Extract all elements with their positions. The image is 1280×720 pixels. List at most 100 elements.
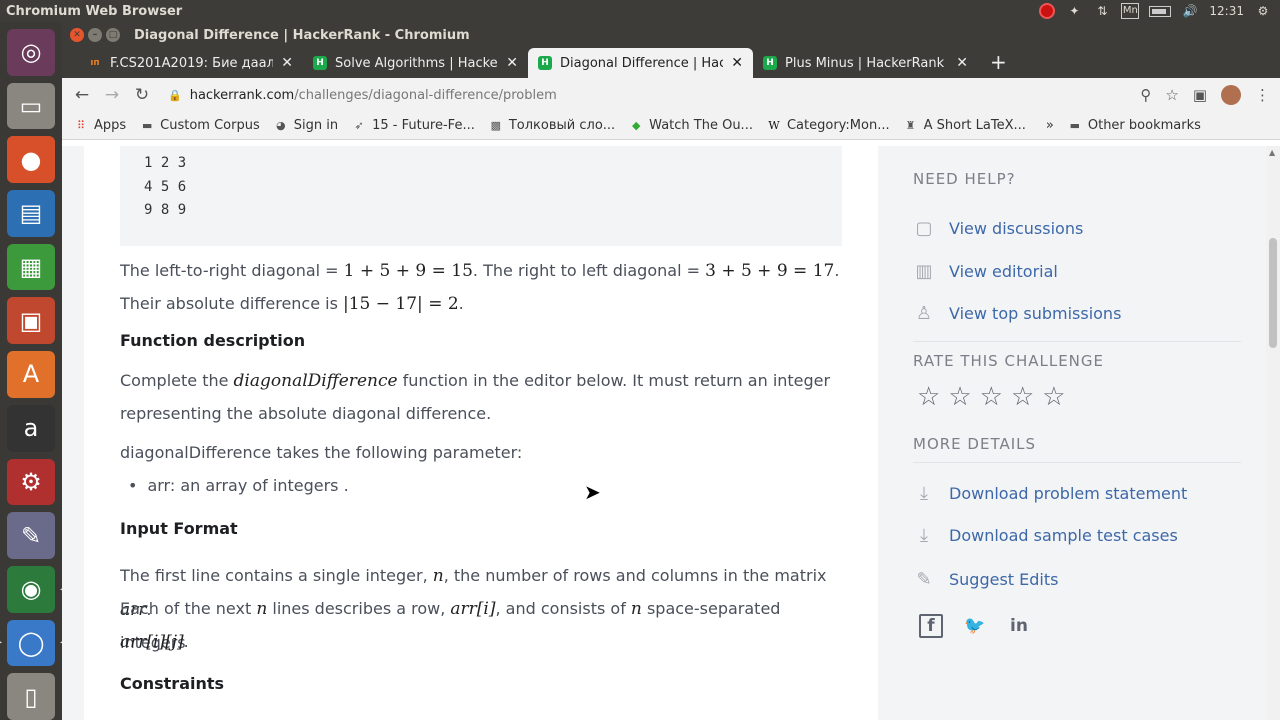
profile-avatar[interactable] <box>1221 85 1241 105</box>
bookmark-tolkovy[interactable]: ▩ Толковый сло... <box>489 118 616 133</box>
settings-gear-icon[interactable]: ⚙ <box>1254 4 1272 18</box>
view-top-submissions-link[interactable]: ♙ View top submissions <box>913 302 1121 324</box>
tab-fcs201[interactable]: ıп F.CS201A2019: Бие даалт ✕ <box>78 48 303 78</box>
download-sample-tests-link[interactable]: ⤓ Download sample test cases <box>913 524 1178 546</box>
close-tab-icon[interactable]: ✕ <box>731 55 743 71</box>
network-arrows-icon[interactable]: ⇅ <box>1093 4 1111 18</box>
browser-window: ✕ – □ Diagonal Difference | HackerRank -… <box>62 22 1280 720</box>
zoom-icon[interactable]: ⚲ <box>1140 86 1151 104</box>
bookmark-apps[interactable]: ⠿ Apps <box>74 118 126 133</box>
calc-icon[interactable]: ▦ <box>7 243 55 291</box>
folder-icon: ▬ <box>141 119 153 132</box>
function-description-text: Complete the diagonalDifference function… <box>120 371 831 391</box>
close-tab-icon[interactable]: ✕ <box>281 55 293 71</box>
new-tab-button[interactable]: + <box>978 48 1019 78</box>
files-icon[interactable]: ▭ <box>7 82 55 130</box>
page-scrollbar[interactable]: ▲ <box>1266 146 1280 720</box>
lock-icon[interactable]: 🔒 <box>168 89 182 102</box>
tab-label: Solve Algorithms | Hacker <box>335 55 499 71</box>
download-icon: ⤓ <box>920 524 928 546</box>
rate-challenge-heading: RATE THIS CHALLENGE <box>913 352 1105 370</box>
reload-icon[interactable]: ↻ <box>132 85 152 105</box>
star-2-icon[interactable]: ☆ <box>948 384 971 410</box>
trash-icon[interactable]: ▯ <box>7 673 55 720</box>
sidebar-divider <box>913 462 1241 463</box>
function-description-text-2: representing the absolute diagonal diffe… <box>120 404 492 423</box>
site-favicon-icon: ◆ <box>631 119 641 132</box>
tab-plus-minus[interactable]: H Plus Minus | HackerRank ✕ <box>753 48 978 78</box>
bookmark-custom-corpus[interactable]: ▬ Custom Corpus <box>140 118 260 133</box>
system-settings-icon[interactable]: ⚙ <box>7 458 55 506</box>
star-1-icon[interactable]: ☆ <box>917 384 940 410</box>
view-editorial-link[interactable]: ▥ View editorial <box>913 260 1057 282</box>
ubuntu-dash-icon[interactable]: ◎ <box>7 29 55 76</box>
star-4-icon[interactable]: ☆ <box>1011 384 1034 410</box>
tab-solve-algorithms[interactable]: H Solve Algorithms | Hacker ✕ <box>303 48 528 78</box>
tab-diagonal-difference[interactable]: H Diagonal Difference | Hac ✕ <box>528 48 753 78</box>
screen-recorder-icon[interactable]: ◉ <box>7 565 65 613</box>
facebook-icon[interactable]: f <box>919 614 943 638</box>
site-favicon-icon: ♜ <box>905 119 916 132</box>
bookmarks-bar: ⠿ Apps ▬ Custom Corpus ◕ Sign in ➶ 15 - Futu… <box>62 112 1280 140</box>
impress-icon[interactable]: ▣ <box>7 297 55 345</box>
chromium-icon[interactable]: ◯ <box>0 619 65 667</box>
bookmark-latex[interactable]: ♜ A Short LaTeX... <box>904 118 1026 133</box>
linkedin-icon[interactable]: in <box>1007 614 1031 638</box>
download-problem-statement-link[interactable]: ⤓ Download problem statement <box>913 482 1187 504</box>
absolute-difference-text: Their absolute difference is |15 − 17| =… <box>120 294 464 314</box>
matrix-row: 1 2 3 <box>144 155 187 171</box>
hackerrank-favicon-icon: H <box>538 56 552 70</box>
window-close-icon[interactable]: ✕ <box>70 28 84 42</box>
bookmarks-overflow-button[interactable]: » <box>1046 118 1054 133</box>
address-bar[interactable]: 🔒 hackerrank.com/challenges/diagonal-dif… <box>168 88 1140 103</box>
star-3-icon[interactable]: ☆ <box>980 384 1003 410</box>
menu-kebab-icon[interactable]: ⋮ <box>1255 86 1270 104</box>
firefox-icon[interactable]: ● <box>7 136 55 184</box>
keyboard-layout-indicator[interactable]: Mn <box>1121 3 1140 19</box>
sample-matrix-block: 1 2 3 4 5 6 9 8 9 <box>120 146 842 246</box>
twitter-icon[interactable]: 🐦 <box>963 614 987 638</box>
software-center-icon[interactable]: A <box>7 351 55 398</box>
volume-icon[interactable]: 🔊 <box>1181 4 1199 18</box>
amazon-icon[interactable]: a <box>7 404 55 452</box>
extension-icon[interactable]: ▣ <box>1193 86 1207 104</box>
scrollbar-thumb[interactable] <box>1269 238 1277 348</box>
constraints-heading: Constraints <box>120 674 225 693</box>
apps-grid-icon: ⠿ <box>76 119 86 132</box>
tab-strip: ıп F.CS201A2019: Бие даалт ✕ H Solve Alg… <box>62 48 1280 78</box>
scroll-up-arrow-icon[interactable]: ▲ <box>1269 148 1275 157</box>
window-maximize-icon[interactable]: □ <box>106 28 120 42</box>
star-5-icon[interactable]: ☆ <box>1042 384 1065 410</box>
bookmark-sign-in[interactable]: ◕ Sign in <box>274 118 338 133</box>
rocket-icon: ➶ <box>354 119 364 132</box>
close-tab-icon[interactable]: ✕ <box>956 55 968 71</box>
window-title: Diagonal Difference | HackerRank - Chrom… <box>134 27 470 43</box>
more-details-heading: MORE DETAILS <box>913 435 1037 453</box>
window-minimize-icon[interactable]: – <box>88 28 102 42</box>
window-titlebar: ✕ – □ Diagonal Difference | HackerRank -… <box>62 22 1280 48</box>
suggest-edits-link[interactable]: ✎ Suggest Edits <box>913 568 1058 590</box>
diagonal-explanation: The left-to-right diagonal = 1 + 5 + 9 =… <box>120 261 840 281</box>
hackerrank-favicon-icon: H <box>763 56 777 70</box>
close-tab-icon[interactable]: ✕ <box>506 55 518 71</box>
bookmark-watch[interactable]: ◆ Watch The Ou... <box>629 118 753 133</box>
view-discussions-link[interactable]: ▢ View discussions <box>913 217 1083 239</box>
bookmark-star-icon[interactable]: ☆ <box>1165 86 1178 104</box>
matrix-row: 9 8 9 <box>144 202 187 218</box>
back-arrow-icon[interactable]: ← <box>72 85 92 105</box>
record-indicator-icon[interactable] <box>1039 3 1056 19</box>
bookmark-category[interactable]: W Category:Mon... <box>767 118 889 133</box>
other-bookmarks[interactable]: ▬ Other bookmarks <box>1068 118 1201 133</box>
writer-icon[interactable]: ▤ <box>7 190 55 237</box>
clock[interactable]: 12:31 <box>1209 4 1244 18</box>
text-editor-icon[interactable]: ✎ <box>7 512 55 559</box>
forward-arrow-icon[interactable]: → <box>102 85 122 105</box>
dropbox-icon[interactable]: ✦ <box>1065 4 1083 18</box>
parameter-intro: diagonalDifference takes the following p… <box>120 443 523 462</box>
bookmark-future-fe[interactable]: ➶ 15 - Future-Fe... <box>352 118 474 133</box>
tab-label: Diagonal Difference | Hac <box>560 55 724 71</box>
url-host: hackerrank.com <box>189 87 295 103</box>
battery-icon[interactable] <box>1149 5 1172 17</box>
parameter-list-item: arr: an array of integers . <box>128 469 348 502</box>
wikipedia-icon: W <box>768 119 780 132</box>
